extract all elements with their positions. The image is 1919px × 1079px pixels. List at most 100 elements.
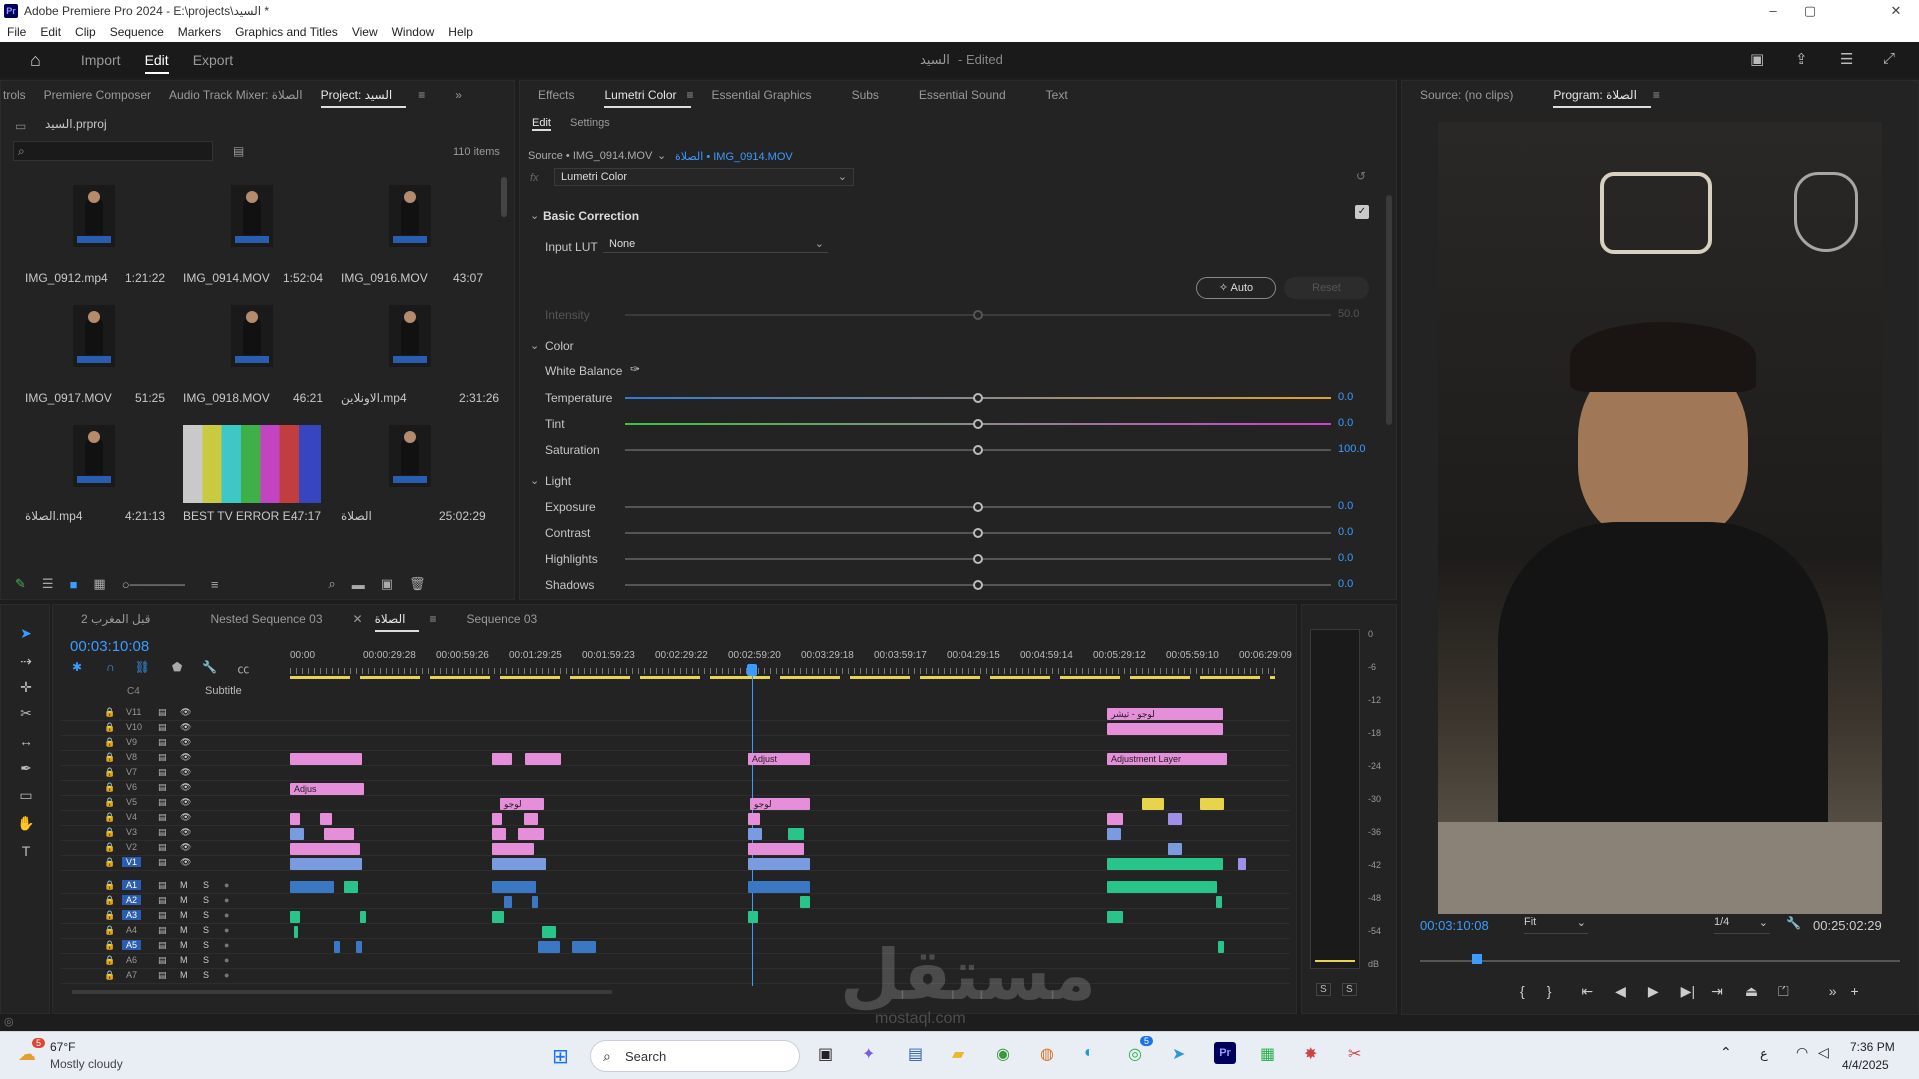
solo-button[interactable]: S (203, 895, 209, 905)
intensity-slider[interactable] (625, 310, 1331, 320)
timeline-clip[interactable] (290, 858, 362, 870)
clip-thumbnail[interactable] (73, 185, 115, 247)
track-name[interactable]: V9 (122, 737, 141, 747)
tab-premiere-composer[interactable]: Premiere Composer (44, 88, 151, 102)
tab-source[interactable]: Source: (no clips) (1420, 88, 1513, 102)
lock-icon[interactable]: 🔒 (104, 857, 115, 868)
timeline-clip[interactable] (532, 896, 538, 908)
track-row[interactable]: 🔒 V7 ▤ 👁 (60, 767, 1290, 781)
timeline-clip[interactable] (290, 813, 300, 825)
highlights-slider[interactable] (625, 554, 1331, 564)
source-link[interactable]: الصلاة • IMG_0914.MOV (675, 150, 793, 163)
slider-knob[interactable] (973, 310, 983, 320)
eye-icon[interactable]: 👁 (180, 827, 191, 838)
timeline-clip[interactable] (492, 858, 546, 870)
fullscreen-icon[interactable]: ⤢ (1883, 50, 1895, 67)
freeform-view-icon[interactable]: ▦ (93, 576, 105, 592)
scrollbar[interactable] (501, 177, 507, 217)
track-name[interactable]: V1 (122, 857, 142, 867)
solo-button[interactable]: S (203, 955, 209, 965)
tab-essential-sound[interactable]: Essential Sound (919, 88, 1006, 102)
slider-knob[interactable] (973, 393, 983, 403)
timeline-clip[interactable] (748, 813, 760, 825)
mic-icon[interactable]: ● (224, 895, 229, 905)
app-icon[interactable]: ✸ (1304, 1044, 1317, 1064)
solo-button[interactable]: S (203, 910, 209, 920)
tab-essential-graphics[interactable]: Essential Graphics (712, 88, 812, 102)
timeline-clip[interactable] (1168, 813, 1182, 825)
track-row[interactable]: 🔒 A1 ▤ M S ● (60, 880, 1290, 894)
add-marker-icon[interactable]: ⬟ (172, 660, 182, 676)
mute-button[interactable]: M (180, 925, 188, 935)
track-name[interactable]: V11 (122, 707, 145, 717)
solo-button[interactable]: S (203, 940, 209, 950)
lift-icon[interactable]: ⏏ (1745, 983, 1758, 1000)
menu-window[interactable]: Window (385, 25, 442, 39)
section-color[interactable]: Color (545, 339, 574, 353)
menu-view[interactable]: View (345, 25, 385, 39)
track-name[interactable]: A3 (122, 910, 142, 920)
track-name[interactable]: A5 (122, 940, 142, 950)
sync-lock-icon[interactable]: ▤ (158, 880, 167, 891)
premiere-taskbar-icon[interactable]: Pr (1214, 1042, 1236, 1064)
timeline-clip[interactable] (748, 828, 762, 840)
icon-view-icon[interactable]: ■ (70, 577, 78, 592)
tab-sequence-maghrib[interactable]: قبل المغرب 2 (81, 612, 150, 626)
track-name[interactable]: V5 (122, 797, 141, 807)
tab-subs[interactable]: Subs (852, 88, 879, 102)
write-icon[interactable]: ✎ (15, 576, 26, 592)
list-view-icon[interactable]: ☰ (42, 576, 54, 592)
track-row[interactable]: 🔒 V10 ▤ 👁 (60, 722, 1290, 736)
timeline-clip[interactable] (1107, 881, 1217, 893)
timeline-clip[interactable]: Adjustment Layer (1107, 753, 1227, 765)
sync-lock-icon[interactable]: ▤ (158, 925, 167, 936)
timeline-clip[interactable] (504, 896, 512, 908)
section-light[interactable]: Light (545, 474, 571, 488)
saturation-slider[interactable] (625, 445, 1331, 455)
timeline-clip[interactable]: لوجو - تيشر (1107, 708, 1223, 720)
timeline-clip[interactable]: لوجو (750, 798, 810, 810)
program-timecode[interactable]: 00:03:10:08 (1420, 918, 1489, 933)
temperature-slider[interactable] (625, 393, 1331, 403)
clip-thumbnail[interactable] (389, 305, 431, 367)
taskbar-search[interactable]: ⌕ Search (590, 1040, 800, 1072)
track-row[interactable]: 🔒 A4 ▤ M S ● (60, 925, 1290, 939)
intensity-value[interactable]: 50.0 (1338, 308, 1359, 320)
store-icon[interactable]: ▤ (908, 1044, 923, 1064)
slider-knob[interactable] (973, 445, 983, 455)
zoom-slider[interactable]: ○────── (122, 577, 185, 592)
sync-lock-icon[interactable]: ▤ (158, 940, 167, 951)
track-row[interactable]: 🔒 V3 ▤ 👁 (60, 827, 1290, 841)
shadows-value[interactable]: 0.0 (1338, 578, 1353, 590)
panel-menu-icon[interactable]: ≡ (1653, 88, 1660, 102)
lock-icon[interactable]: 🔒 (104, 880, 115, 891)
eye-icon[interactable]: 👁 (180, 812, 191, 823)
timeline-clip[interactable] (294, 926, 298, 938)
sync-lock-icon[interactable]: ▤ (158, 812, 167, 823)
playhead[interactable] (752, 666, 753, 986)
track-row[interactable]: 🔒 V8 ▤ 👁 (60, 752, 1290, 766)
workspace-menu-icon[interactable]: ☰ (1840, 50, 1853, 68)
eye-icon[interactable]: 👁 (180, 857, 191, 868)
edge-icon[interactable]: ◐ (1084, 1044, 1094, 1062)
enable-checkbox[interactable]: ✓ (1355, 205, 1369, 219)
timeline-scrollbar[interactable] (72, 990, 612, 994)
sync-lock-icon[interactable]: ▤ (158, 752, 167, 763)
find-icon[interactable]: ⌕ (328, 576, 335, 592)
lock-icon[interactable]: 🔒 (104, 970, 115, 981)
clip-thumbnail[interactable] (231, 305, 273, 367)
sync-lock-icon[interactable]: ▤ (158, 895, 167, 906)
timeline-clip[interactable] (748, 881, 810, 893)
lock-icon[interactable]: 🔒 (104, 782, 115, 793)
snipping-tool-icon[interactable]: ✂ (1348, 1044, 1361, 1064)
mic-icon[interactable]: ● (224, 955, 229, 965)
type-icon[interactable]: T (17, 843, 35, 861)
fit-dropdown[interactable]: Fit ⌄ (1524, 916, 1588, 934)
timeline-clip[interactable] (290, 843, 360, 855)
clip-thumbnail[interactable] (73, 425, 115, 487)
slider-knob[interactable] (973, 554, 983, 564)
sync-lock-icon[interactable]: ▤ (158, 857, 167, 868)
extract-icon[interactable]: ⏍ (1778, 983, 1789, 1000)
file-explorer-icon[interactable]: ▰ (952, 1044, 964, 1064)
hand-icon[interactable]: ✋ (17, 815, 35, 833)
